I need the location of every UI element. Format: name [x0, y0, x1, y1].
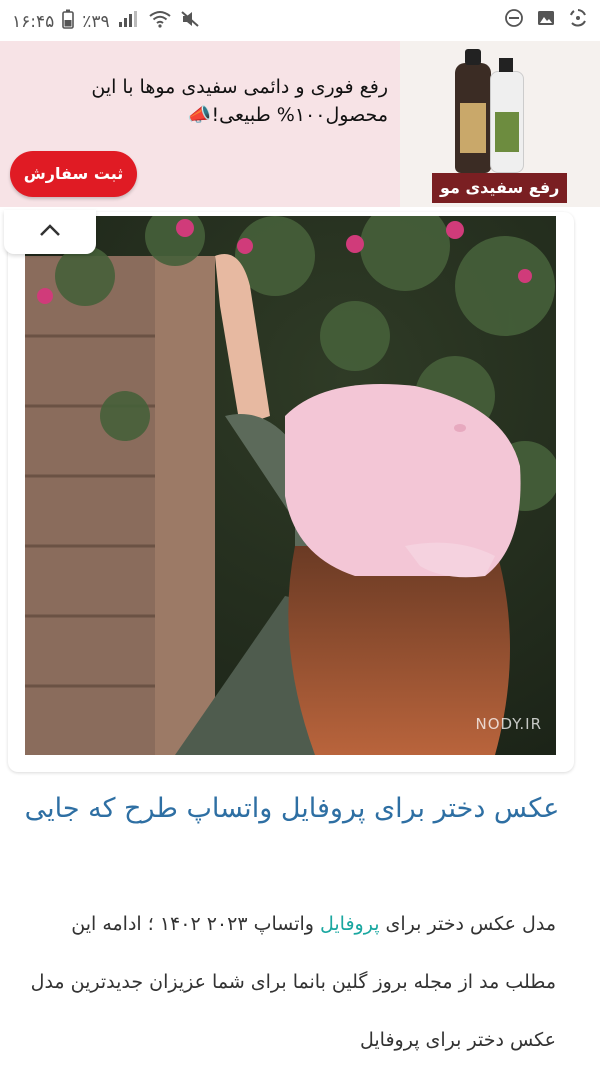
photo-illustration: [25, 216, 556, 755]
image-icon: [536, 8, 556, 33]
signal-icon: [118, 10, 140, 33]
dark-bottle: [455, 49, 491, 173]
status-right: [504, 8, 588, 33]
order-button[interactable]: ثبت سفارش: [10, 151, 137, 197]
product-label: رفع سفیدی مو: [432, 173, 568, 203]
mute-icon: [180, 10, 200, 33]
dnd-icon: [504, 8, 524, 33]
white-bottle: [490, 58, 524, 173]
chevron-up-icon: [35, 224, 65, 250]
status-bar: ۱۶:۴۵ ٪۳۹: [0, 0, 600, 40]
ad-banner[interactable]: رفع سفیدی مو رفع فوری و دائمی سفیدی موها…: [0, 41, 600, 207]
ad-headline[interactable]: رفع فوری و دائمی سفیدی موها با این محصول…: [8, 73, 388, 129]
battery-percent: ٪۳۹: [82, 11, 110, 32]
article-title: عکس دختر برای پروفایل واتساپ طرح که جایی: [24, 793, 560, 824]
profile-link[interactable]: پروفایل: [320, 913, 380, 935]
watermark: NODY.IR: [475, 715, 542, 733]
ad-headline-line1: رفع فوری و دائمی سفیدی موها با این: [91, 76, 388, 98]
product-image[interactable]: رفع سفیدی مو: [400, 41, 600, 207]
collapse-button[interactable]: [4, 210, 96, 254]
battery-icon: [62, 9, 75, 34]
status-left: ۱۶:۴۵ ٪۳۹: [12, 9, 200, 34]
wifi-icon: [148, 10, 172, 33]
article-photo[interactable]: NODY.IR: [25, 216, 556, 755]
clock: ۱۶:۴۵: [12, 11, 55, 32]
body-prefix: مدل عکس دختر برای: [379, 913, 556, 935]
ad-headline-line2: محصول۱۰۰% طبیعی!📣: [187, 104, 388, 126]
article-body: مدل عکس دختر برای پروفایل واتساپ ۲۰۲۳ ۱۴…: [24, 895, 556, 1069]
sync-icon: [568, 8, 588, 33]
